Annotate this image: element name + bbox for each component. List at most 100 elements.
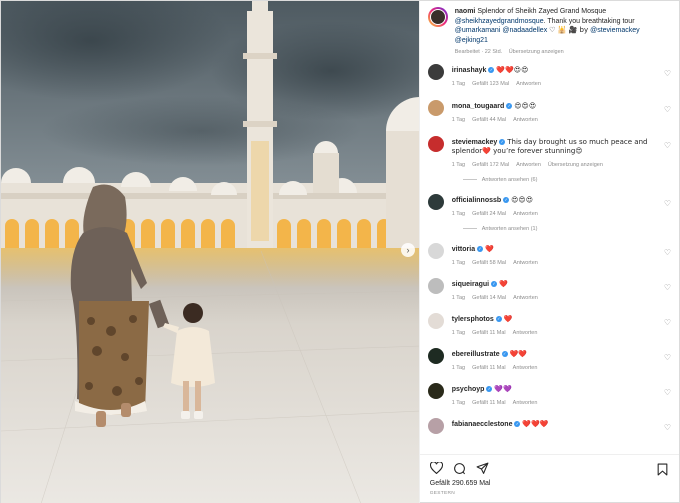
caption-emoji: ♡ 🕌 🎥 by bbox=[549, 26, 589, 34]
caption-mention[interactable]: @steviemackey bbox=[590, 27, 640, 34]
caption-mention[interactable]: @umarkamani bbox=[455, 27, 501, 34]
bookmark-icon[interactable] bbox=[655, 462, 669, 476]
post-date: GESTERN bbox=[429, 491, 456, 496]
comment-heart-icon[interactable]: ♡ bbox=[664, 69, 671, 78]
comment-icon[interactable] bbox=[453, 461, 467, 475]
comment-meta: 1 Tag Gefällt 11 Mal Antworten bbox=[452, 329, 657, 338]
comment-item: steviemackey ✓ This day brought us so muc… bbox=[427, 135, 671, 170]
view-replies-button[interactable]: Antworten ansehen (1) bbox=[462, 225, 671, 232]
reply-button[interactable]: Antworten bbox=[516, 81, 541, 87]
reply-button[interactable]: Antworten bbox=[513, 400, 538, 406]
commenter-avatar[interactable] bbox=[427, 242, 444, 259]
comment-like-count[interactable]: Gefällt 24 Mal bbox=[472, 211, 506, 217]
verified-badge-icon: ✓ bbox=[503, 196, 510, 203]
comment-heart-icon[interactable]: ♡ bbox=[664, 318, 671, 327]
comment-heart-icon[interactable]: ♡ bbox=[664, 248, 671, 257]
comments-scroll[interactable]: naomi Splendor of Sheikh Zayed Grand Mos… bbox=[420, 1, 679, 454]
commenter-username[interactable]: tylersphotos bbox=[452, 316, 494, 323]
caption-mention[interactable]: @ejking21 bbox=[455, 37, 488, 44]
comment-heart-icon[interactable]: ♡ bbox=[664, 283, 671, 292]
caption-mention[interactable]: @nadaadellex bbox=[502, 27, 547, 34]
verified-badge-icon: ✓ bbox=[514, 420, 521, 427]
heart-icon[interactable] bbox=[430, 461, 444, 475]
comment-like-count[interactable]: Gefällt 172 Mal bbox=[472, 162, 509, 168]
commenter-avatar[interactable] bbox=[427, 99, 444, 116]
comment-meta: 1 Tag Gefällt 123 Mal Antworten bbox=[452, 80, 657, 89]
like-count[interactable]: Gefällt 290.659 Mal bbox=[430, 480, 669, 487]
comment-time: 1 Tag bbox=[451, 80, 466, 87]
reply-button[interactable]: Antworten bbox=[513, 260, 538, 266]
comment-like-count[interactable]: Gefällt 123 Mal bbox=[472, 81, 509, 87]
author-username[interactable]: naomi bbox=[455, 8, 476, 15]
comment-like-count[interactable]: Gefällt 11 Mal bbox=[472, 365, 506, 371]
commenter-avatar[interactable] bbox=[427, 382, 444, 399]
author-avatar[interactable] bbox=[427, 7, 448, 27]
reply-button[interactable]: Antworten bbox=[513, 295, 538, 301]
commenter-username[interactable]: psychoyp bbox=[452, 386, 485, 393]
commenter-avatar[interactable] bbox=[427, 347, 444, 364]
reply-button[interactable]: Antworten bbox=[513, 211, 538, 217]
comment-heart-icon[interactable]: ♡ bbox=[664, 141, 671, 150]
comment-body: irinashayk ✓ ❤️❤️😍😍 1 Tag Gefällt 123 Mal An… bbox=[452, 64, 671, 89]
view-replies-label: Antworten ansehen (1) bbox=[481, 225, 538, 232]
commenter-avatar[interactable] bbox=[427, 63, 444, 80]
view-replies-label: Antworten ansehen (6) bbox=[481, 176, 538, 183]
post-photo[interactable]: › bbox=[1, 1, 419, 503]
comment-time: 1 Tag bbox=[451, 399, 466, 406]
commenter-avatar[interactable] bbox=[427, 417, 444, 434]
comment-item: vittoria ✓ ❤️ 1 Tag Gefällt 58 Mal Antworten… bbox=[427, 242, 671, 268]
reply-button[interactable]: Antworten bbox=[516, 162, 541, 168]
commenter-avatar[interactable] bbox=[427, 277, 444, 294]
commenter-username[interactable]: irinashayk bbox=[452, 67, 487, 74]
commenter-username[interactable]: fabianaecclestone bbox=[452, 421, 513, 428]
comment-body: vittoria ✓ ❤️ 1 Tag Gefällt 58 Mal Antworten bbox=[452, 243, 671, 268]
comment-heart-icon[interactable]: ♡ bbox=[664, 199, 671, 208]
commenter-username[interactable]: ebereillustrate bbox=[452, 351, 500, 358]
reply-button[interactable]: Antworten bbox=[513, 365, 538, 371]
comment-time: 1 Tag bbox=[451, 329, 466, 336]
comment-time: 1 Tag bbox=[451, 161, 466, 168]
commenter-avatar[interactable] bbox=[427, 193, 444, 210]
verified-badge-icon: ✓ bbox=[495, 315, 502, 322]
comment-item: mona_tougaard ✓ 😍😍😍 1 Tag Gefällt 44 Mal Ant… bbox=[427, 99, 671, 125]
caption-mention[interactable]: @sheikhzayedgrandmosque bbox=[455, 18, 544, 25]
commenter-username[interactable]: steviemackey bbox=[452, 139, 498, 146]
commenter-username[interactable]: mona_tougaard bbox=[452, 103, 505, 110]
comment-like-count[interactable]: Gefällt 58 Mal bbox=[472, 260, 506, 266]
comment-text: 😍😍😍 bbox=[514, 101, 537, 110]
share-icon[interactable] bbox=[476, 461, 490, 475]
comment-heart-icon[interactable]: ♡ bbox=[664, 388, 671, 397]
comment-heart-icon[interactable]: ♡ bbox=[664, 423, 671, 432]
comment-text: ❤️ bbox=[499, 279, 508, 288]
comment-like-count[interactable]: Gefällt 11 Mal bbox=[472, 330, 506, 336]
translate-link[interactable]: Übersetzung anzeigen bbox=[548, 162, 603, 168]
commenter-avatar[interactable] bbox=[427, 135, 444, 152]
comment-like-count[interactable]: Gefällt 14 Mal bbox=[472, 295, 506, 301]
comments-panel: naomi Splendor of Sheikh Zayed Grand Mos… bbox=[418, 1, 679, 503]
action-bar: Gefällt 290.659 Mal GESTERN bbox=[419, 454, 679, 503]
comment-time: 1 Tag bbox=[451, 294, 466, 301]
comment-like-count[interactable]: Gefällt 44 Mal bbox=[472, 117, 506, 123]
reply-button[interactable]: Antworten bbox=[513, 117, 538, 123]
comment-heart-icon[interactable]: ♡ bbox=[664, 105, 671, 114]
post-caption: naomi Splendor of Sheikh Zayed Grand Mos… bbox=[427, 7, 671, 58]
verified-badge-icon: ✓ bbox=[488, 66, 495, 73]
comment-item: officialinnossb ✓ 😍😍😍 1 Tag Gefällt 24 Mal A… bbox=[427, 193, 671, 219]
commenter-username[interactable]: siqueiragui bbox=[452, 281, 489, 288]
comment-heart-icon[interactable]: ♡ bbox=[664, 353, 671, 362]
comment-item: siqueiragui ✓ ❤️ 1 Tag Gefällt 14 Mal Antwor… bbox=[427, 277, 671, 303]
caption-text-2: . Thank you breathtaking tour bbox=[543, 17, 635, 25]
carousel-next-icon[interactable]: › bbox=[401, 243, 415, 257]
caption-translate-link[interactable]: Übersetzung anzeigen bbox=[509, 49, 564, 55]
commenter-username[interactable]: officialinnossb bbox=[452, 197, 501, 204]
view-replies-button[interactable]: Antworten ansehen (6) bbox=[462, 176, 671, 183]
commenter-avatar[interactable] bbox=[427, 312, 444, 329]
verified-badge-icon: ✓ bbox=[477, 245, 484, 252]
comment-text: ❤️❤️😍😍 bbox=[496, 65, 529, 74]
commenter-username[interactable]: vittoria bbox=[452, 246, 475, 253]
verified-badge-icon: ✓ bbox=[506, 102, 513, 109]
comment-like-count[interactable]: Gefällt 11 Mal bbox=[472, 400, 506, 406]
comment-body: steviemackey ✓ This day brought us so muc… bbox=[452, 136, 671, 170]
reply-button[interactable]: Antworten bbox=[513, 330, 538, 336]
comment-text: ❤️ bbox=[503, 314, 513, 323]
